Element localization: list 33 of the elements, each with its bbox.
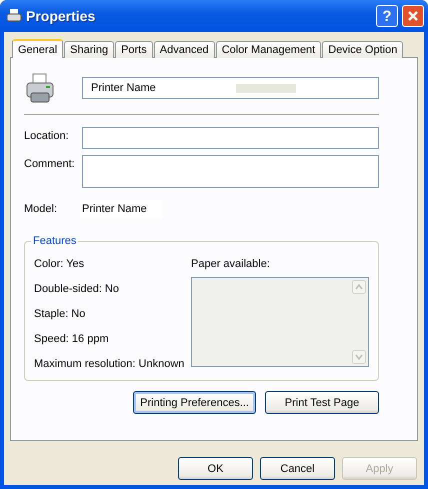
feature-text: Color: Yes [34,258,86,270]
printer-icon [6,8,22,24]
text-field[interactable] [82,127,379,149]
scroll-down-icon[interactable] [352,350,366,364]
feature-text: Maximum resolution: Unknown [34,358,186,370]
dialog-button[interactable]: Cancel [260,457,335,480]
printer-icon [24,72,56,104]
redaction-bar [236,84,296,92]
scroll-up-icon[interactable] [352,280,366,294]
printer-name-field[interactable]: Printer Name [82,77,379,99]
tab[interactable]: Color Management [216,41,322,58]
feature-text: Staple: No [34,308,86,320]
panel-button[interactable]: Printing Preferences... [133,391,256,414]
field-label: Model: [24,202,58,215]
close-icon [407,10,419,22]
tab[interactable]: Device Option [322,41,404,58]
field-label: Comment: [24,157,76,170]
text-field[interactable] [82,155,379,188]
tab[interactable]: Sharing [64,41,114,58]
dialog-button[interactable]: OK [178,457,253,480]
field-label: Location: [24,129,70,142]
tab[interactable]: Ports [115,41,153,58]
paper-label: Paper available: [191,258,271,270]
tab[interactable]: Advanced [154,41,215,58]
help-button[interactable]: ? [376,5,398,27]
close-button[interactable] [402,5,424,27]
feature-text: Double-sided: No [34,283,120,295]
feature-text: Speed: 16 ppm [34,333,110,345]
tab[interactable]: General [12,39,64,58]
paper-list[interactable] [191,277,369,367]
window-title: Properties [26,8,96,24]
group-title: Features [31,235,78,247]
panel-button[interactable]: Print Test Page [265,391,379,414]
